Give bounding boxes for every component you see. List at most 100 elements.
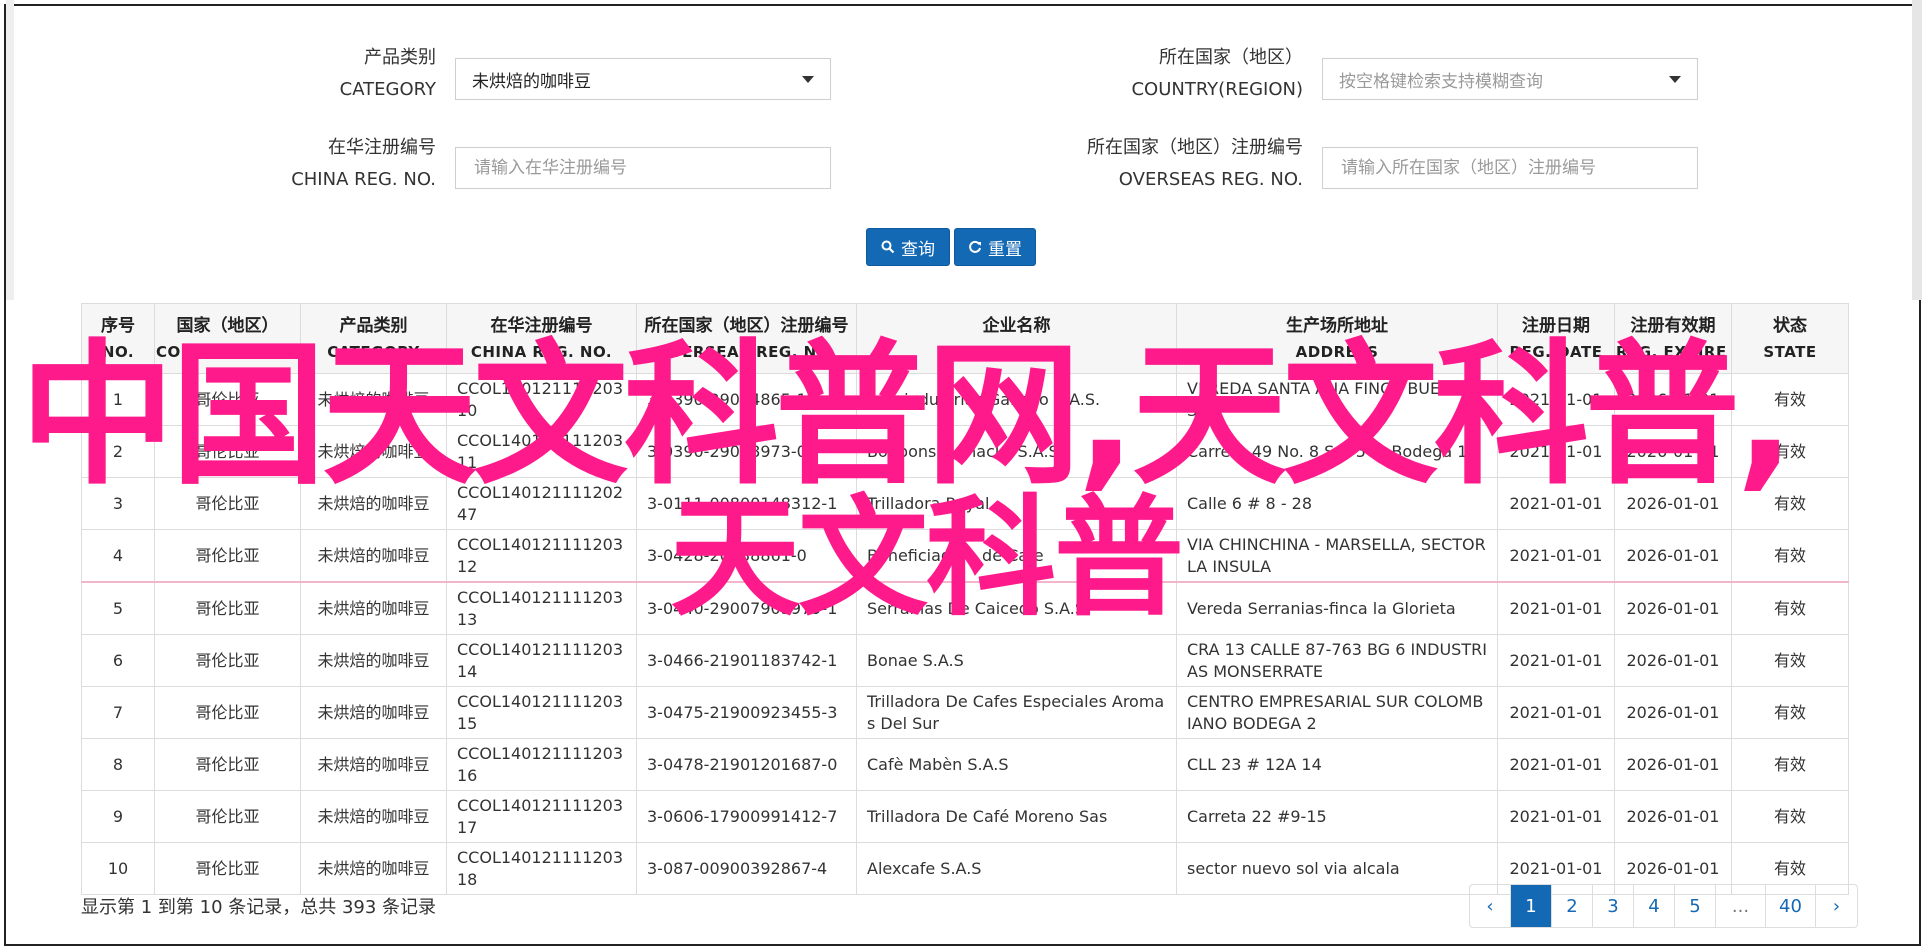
cell-address: Carreta 22 #9-15 [1176, 790, 1498, 843]
left-scrollbar[interactable] [6, 0, 14, 300]
cell-category: 未烘焙的咖啡豆 [300, 529, 447, 583]
category-select-value: 未烘焙的咖啡豆 [472, 71, 591, 92]
watermark-line-2: 天文科普 [670, 482, 1184, 634]
cell-state: 有效 [1731, 686, 1849, 739]
country-label-en: COUNTRY(REGION) [1131, 79, 1303, 100]
category-label: 产品类别 CATEGORY [250, 42, 436, 106]
cell-name: Cafè Mabèn S.A.S [856, 738, 1177, 791]
next-page-button[interactable]: › [1816, 885, 1857, 927]
cell-address: VIA CHINCHINA - MARSELLA, SECTOR LA INSU… [1176, 529, 1498, 583]
cell-no: 10 [81, 842, 155, 895]
cell-category: 未烘焙的咖啡豆 [300, 686, 447, 739]
cell-no: 9 [81, 790, 155, 843]
cell-name: Alexcafe S.A.S [856, 842, 1177, 895]
watermark-line-1: 中国天文科普网,天文科普, [20, 325, 1795, 506]
cell-china-reg: CCOL140121111203 15 [446, 686, 637, 739]
cell-category: 未烘焙的咖啡豆 [300, 738, 447, 791]
chevron-down-icon [1669, 75, 1681, 83]
cell-no: 8 [81, 738, 155, 791]
table-row[interactable]: 9 哥伦比亚 未烘焙的咖啡豆 CCOL140121111203 17 3-0606-17… [81, 790, 1849, 843]
country-label: 所在国家（地区） COUNTRY(REGION) [1040, 42, 1303, 106]
cell-expire: 2026-01-01 [1614, 686, 1732, 739]
cell-overseas-reg: 3-0475-21900923455-3 [636, 686, 857, 739]
category-label-en: CATEGORY [339, 79, 436, 100]
chevron-down-icon [802, 75, 814, 83]
category-select[interactable]: 未烘焙的咖啡豆 [455, 58, 831, 100]
table-row[interactable]: 7 哥伦比亚 未烘焙的咖啡豆 CCOL140121111203 15 3-0475-21… [81, 686, 1849, 739]
cell-country: 哥伦比亚 [154, 686, 301, 739]
cell-overseas-reg: 3-0466-21901183742-1 [636, 634, 857, 687]
overseas-reg-label: 所在国家（地区）注册编号 OVERSEAS REG. NO. [1040, 132, 1303, 196]
cell-name: Bonae S.A.S [856, 634, 1177, 687]
cell-state: 有效 [1731, 738, 1849, 791]
china-reg-field[interactable] [455, 147, 831, 189]
record-summary: 显示第 1 到第 10 条记录，总共 393 条记录 [81, 897, 437, 918]
cell-expire: 2026-01-01 [1614, 790, 1732, 843]
cell-address: CRA 13 CALLE 87-763 BG 6 INDUSTRIAS MONS… [1176, 634, 1498, 687]
china-reg-label-en: CHINA REG. NO. [291, 169, 436, 190]
table-row[interactable]: 8 哥伦比亚 未烘焙的咖啡豆 CCOL140121111203 16 3-0478-21… [81, 738, 1849, 791]
china-reg-label: 在华注册编号 CHINA REG. NO. [250, 132, 436, 196]
country-select-placeholder: 按空格键检索支持模糊查询 [1339, 71, 1543, 92]
cell-reg-date: 2021-01-01 [1497, 529, 1615, 583]
page-button-1[interactable]: 1 [1511, 885, 1552, 927]
cell-country: 哥伦比亚 [154, 842, 301, 895]
cell-no: 4 [81, 529, 155, 583]
cell-overseas-reg: 3-0478-21901201687-0 [636, 738, 857, 791]
cell-expire: 2026-01-01 [1614, 529, 1732, 583]
page-button-5[interactable]: 5 [1675, 885, 1716, 927]
cell-address: Vereda Serranias-finca la Glorieta [1176, 581, 1498, 635]
cell-reg-date: 2021-01-01 [1497, 738, 1615, 791]
china-reg-input[interactable] [472, 157, 814, 179]
search-button-label: 查询 [901, 239, 935, 260]
prev-page-button[interactable]: ‹ [1470, 885, 1511, 927]
cell-china-reg: CCOL140121111203 14 [446, 634, 637, 687]
reset-button-label: 重置 [988, 239, 1022, 260]
page-ellipsis: ... [1716, 885, 1766, 927]
cell-china-reg: CCOL140121111203 13 [446, 581, 637, 635]
search-icon [881, 240, 895, 254]
cell-country: 哥伦比亚 [154, 790, 301, 843]
overseas-reg-field[interactable] [1322, 147, 1698, 189]
cell-overseas-reg: 3-087-00900392867-4 [636, 842, 857, 895]
cell-category: 未烘焙的咖啡豆 [300, 634, 447, 687]
table-row[interactable]: 6 哥伦比亚 未烘焙的咖啡豆 CCOL140121111203 14 3-0466-21… [81, 634, 1849, 687]
cell-no: 5 [81, 581, 155, 635]
category-label-cn: 产品类别 [364, 47, 436, 68]
cell-china-reg: CCOL140121111203 16 [446, 738, 637, 791]
cell-name: Trilladora De Café Moreno Sas [856, 790, 1177, 843]
overseas-reg-input[interactable] [1339, 157, 1681, 179]
cell-country: 哥伦比亚 [154, 529, 301, 583]
cell-state: 有效 [1731, 634, 1849, 687]
country-label-cn: 所在国家（地区） [1159, 47, 1303, 68]
refresh-icon [969, 240, 981, 253]
cell-address: sector nuevo sol via alcala [1176, 842, 1498, 895]
page-button-4[interactable]: 4 [1634, 885, 1675, 927]
cell-state: 有效 [1731, 790, 1849, 843]
reset-button[interactable]: 重置 [954, 228, 1036, 266]
page-button-40[interactable]: 40 [1766, 885, 1816, 927]
cell-china-reg: CCOL140121111203 18 [446, 842, 637, 895]
cell-country: 哥伦比亚 [154, 581, 301, 635]
overseas-reg-label-cn: 所在国家（地区）注册编号 [1087, 137, 1303, 158]
cell-no: 6 [81, 634, 155, 687]
cell-china-reg: CCOL140121111203 12 [446, 529, 637, 583]
overseas-reg-label-en: OVERSEAS REG. NO. [1118, 169, 1303, 190]
right-scrollbar[interactable] [1912, 0, 1922, 300]
country-select[interactable]: 按空格键检索支持模糊查询 [1322, 58, 1698, 100]
cell-address: CENTRO EMPRESARIAL SUR COLOMBIANO BODEGA… [1176, 686, 1498, 739]
cell-category: 未烘焙的咖啡豆 [300, 581, 447, 635]
cell-no: 7 [81, 686, 155, 739]
page-button-2[interactable]: 2 [1552, 885, 1593, 927]
cell-state: 有效 [1731, 529, 1849, 583]
cell-overseas-reg: 3-0606-17900991412-7 [636, 790, 857, 843]
cell-state: 有效 [1731, 581, 1849, 635]
china-reg-label-cn: 在华注册编号 [328, 137, 436, 158]
page-button-3[interactable]: 3 [1593, 885, 1634, 927]
cell-category: 未烘焙的咖啡豆 [300, 842, 447, 895]
search-button[interactable]: 查询 [866, 228, 950, 266]
cell-category: 未烘焙的咖啡豆 [300, 790, 447, 843]
cell-reg-date: 2021-01-01 [1497, 686, 1615, 739]
cell-expire: 2026-01-01 [1614, 738, 1732, 791]
cell-expire: 2026-01-01 [1614, 581, 1732, 635]
